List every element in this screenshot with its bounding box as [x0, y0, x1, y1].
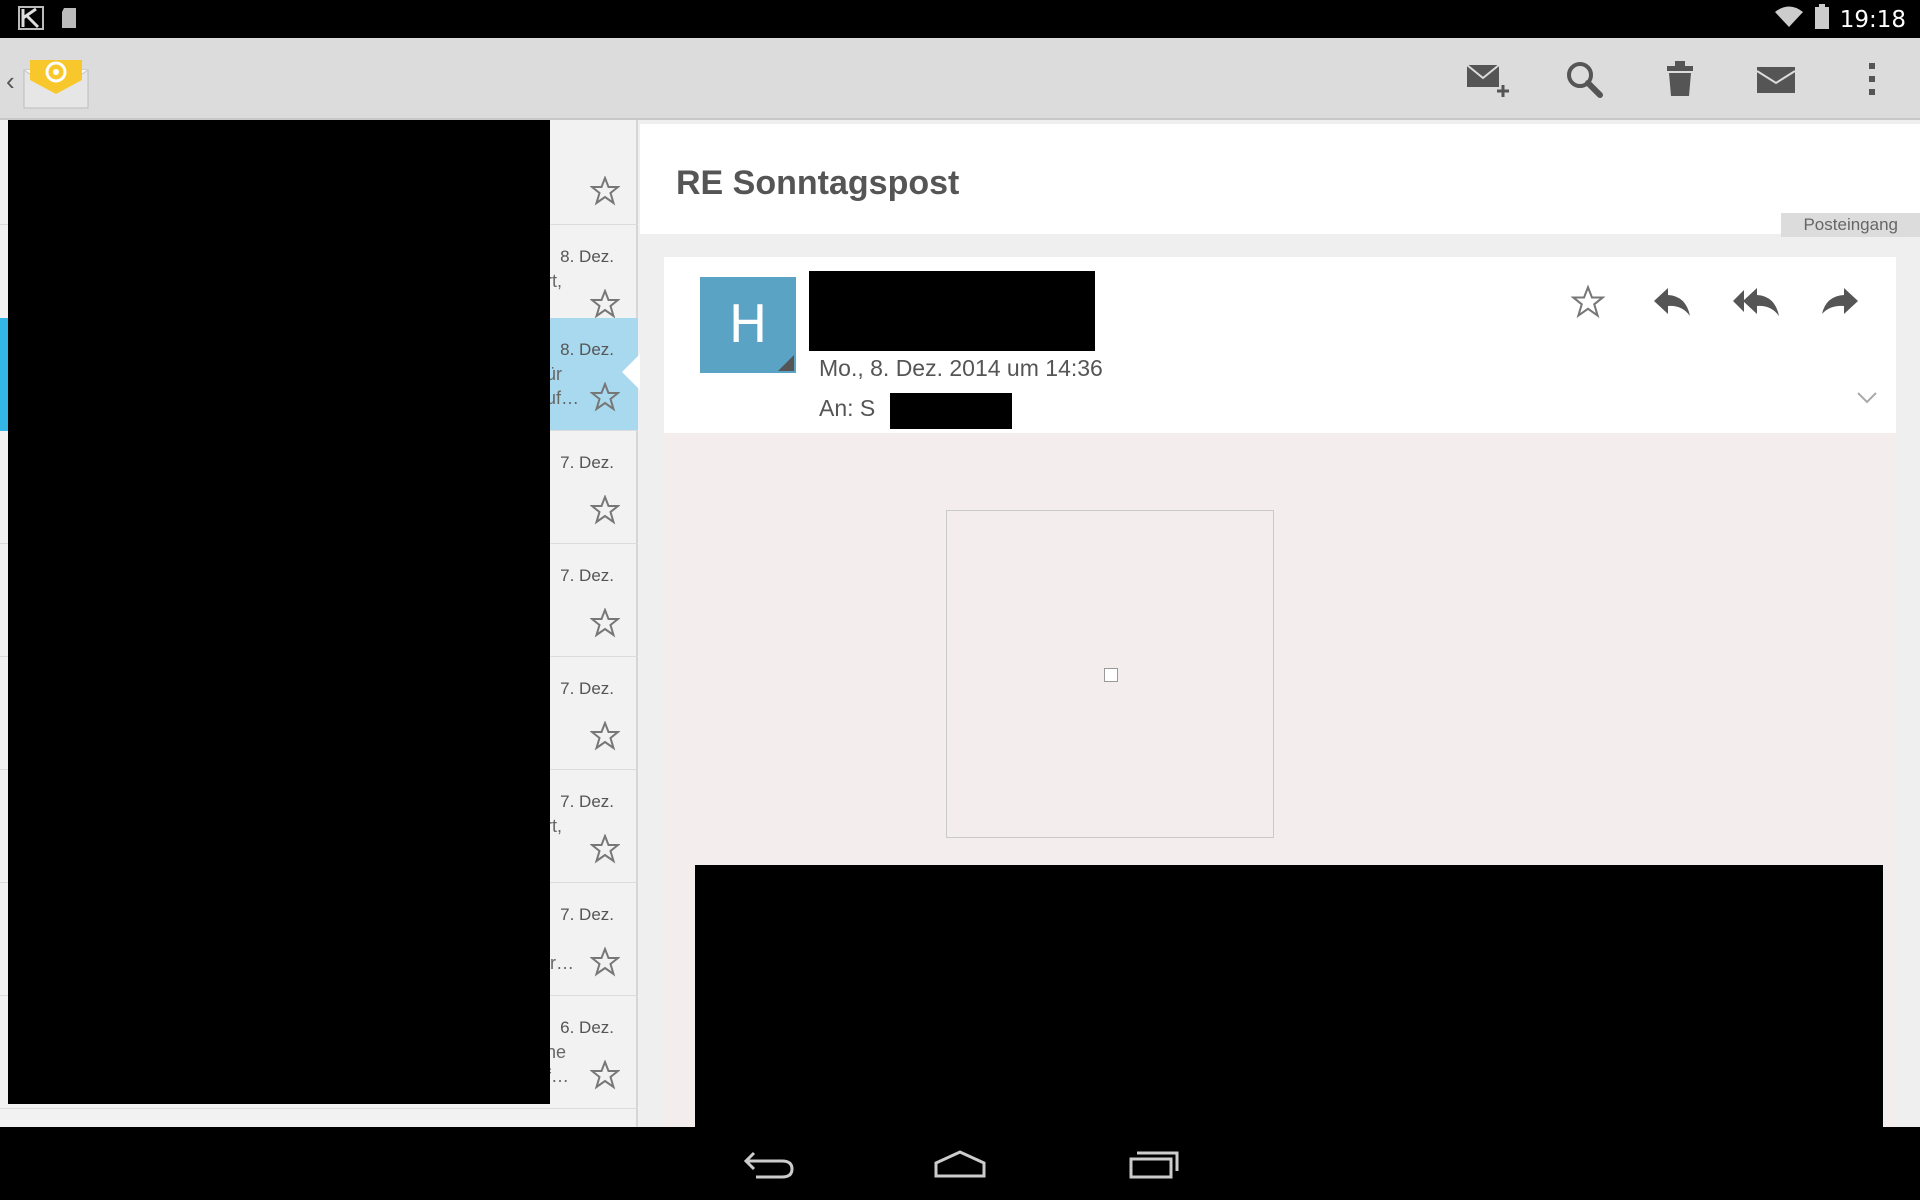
reply-icon[interactable] — [1630, 277, 1714, 327]
home-nav-icon[interactable] — [925, 1141, 995, 1187]
list-item-date: 6. Dez. — [560, 1018, 614, 1037]
list-item-date: 8. Dez. — [560, 340, 614, 359]
action-bar: ‹ — [0, 38, 1920, 120]
reply-all-icon[interactable] — [1714, 277, 1798, 327]
star-icon[interactable] — [1546, 277, 1630, 327]
search-icon[interactable] — [1536, 38, 1632, 120]
star-icon[interactable] — [589, 833, 621, 864]
list-item-date: 8. Dez. — [560, 247, 614, 266]
forward-icon[interactable] — [1798, 277, 1882, 327]
recents-nav-icon[interactable] — [1119, 1141, 1189, 1187]
overflow-menu-icon[interactable] — [1824, 38, 1920, 120]
email-app-icon[interactable] — [22, 48, 90, 110]
broken-image-icon — [1104, 668, 1118, 682]
status-bar: 19:18 — [0, 0, 1920, 38]
main-content: 8. Dez. rt, 8. Dez. ür uf… 7. Dez. 7. De… — [0, 120, 1920, 1127]
battery-icon — [1814, 4, 1830, 35]
recipient-line: An: S — [819, 395, 876, 421]
status-clock: 19:18 — [1839, 6, 1906, 33]
list-item-date: 7. Dez. — [560, 566, 614, 585]
sd-card-icon — [60, 7, 78, 34]
image-placeholder — [946, 510, 1274, 838]
message-date: Mo., 8. Dez. 2014 um 14:36 — [819, 355, 1103, 381]
wifi-icon — [1774, 5, 1804, 34]
delete-icon[interactable] — [1632, 38, 1728, 120]
list-item-snippet: ir… — [546, 953, 574, 973]
navigation-bar — [0, 1127, 1920, 1200]
star-icon[interactable] — [589, 288, 621, 319]
sender-avatar[interactable]: H — [700, 277, 796, 373]
list-item-date: 7. Dez. — [560, 792, 614, 811]
star-icon[interactable] — [589, 607, 621, 638]
subject-bar: RE Sonntagspost Posteingang — [640, 124, 1920, 237]
redacted-recipient — [890, 393, 1012, 429]
list-item-date: 7. Dez. — [560, 453, 614, 472]
folder-label[interactable]: Posteingang — [1781, 213, 1920, 237]
k9-notification-icon — [18, 6, 44, 35]
up-navigation-icon[interactable]: ‹ — [6, 66, 15, 97]
list-item-date: 7. Dez. — [560, 905, 614, 924]
message-header: H Mo., 8. Dez. 2014 um 14:36 An: S — [664, 257, 1896, 433]
star-icon[interactable] — [589, 946, 621, 977]
star-icon[interactable] — [589, 175, 621, 206]
compose-icon[interactable] — [1440, 38, 1536, 120]
chevron-down-icon[interactable] — [1856, 391, 1878, 405]
back-nav-icon[interactable] — [734, 1141, 804, 1187]
star-icon[interactable] — [589, 494, 621, 525]
message-card: H Mo., 8. Dez. 2014 um 14:36 An: S — [664, 257, 1896, 1127]
list-item-date: 7. Dez. — [560, 679, 614, 698]
redacted-sender-name — [809, 271, 1095, 351]
star-icon[interactable] — [589, 381, 621, 412]
avatar-corner-icon — [778, 355, 794, 371]
message-view: RE Sonntagspost Posteingang H Mo., 8. De… — [640, 120, 1920, 1127]
redacted-sender-column — [8, 120, 550, 1104]
star-icon[interactable] — [589, 1059, 621, 1090]
mark-unread-icon[interactable] — [1728, 38, 1824, 120]
list-item-snippet: uf… — [546, 388, 580, 408]
message-subject: RE Sonntagspost — [676, 164, 960, 202]
message-list: 8. Dez. rt, 8. Dez. ür uf… 7. Dez. 7. De… — [0, 120, 640, 1127]
star-icon[interactable] — [589, 720, 621, 751]
avatar-letter: H — [728, 295, 768, 355]
redacted-message-body — [695, 865, 1883, 1127]
